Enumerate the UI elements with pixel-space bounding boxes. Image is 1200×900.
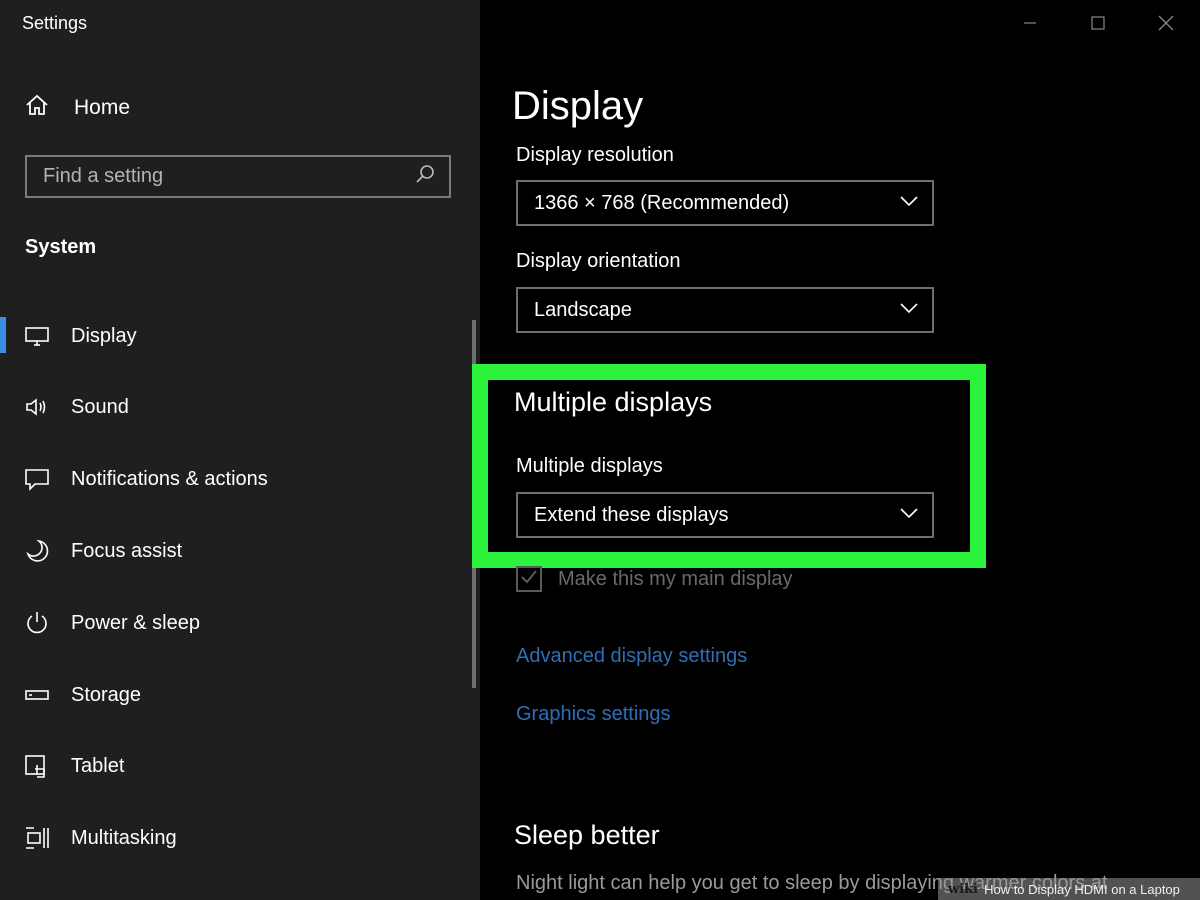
watermark-text: How to Display HDMI on a Laptop bbox=[984, 881, 1180, 897]
monitor-icon bbox=[24, 323, 50, 349]
sidebar-item-display[interactable]: Display bbox=[0, 310, 470, 362]
close-icon[interactable] bbox=[1132, 0, 1200, 46]
window-controls bbox=[996, 0, 1200, 46]
app-title: Settings bbox=[22, 13, 88, 33]
sleep-better-heading: Sleep better bbox=[514, 820, 660, 850]
watermark: wiki How to Display HDMI on a Laptop bbox=[938, 878, 1200, 900]
multiple-displays-heading: Multiple displays bbox=[514, 387, 713, 417]
sidebar-item-label: Tablet bbox=[71, 754, 125, 777]
sidebar-item-label: Power & sleep bbox=[71, 611, 200, 634]
checkmark-icon bbox=[520, 569, 538, 590]
home-button[interactable]: Home bbox=[24, 92, 130, 123]
resolution-label: Display resolution bbox=[516, 144, 674, 166]
sidebar-item-label: Multitasking bbox=[71, 826, 177, 849]
page-title: Display bbox=[512, 84, 644, 128]
sidebar-item-power-sleep[interactable]: Power & sleep bbox=[0, 597, 470, 649]
sidebar-item-sound[interactable]: Sound bbox=[0, 381, 470, 433]
sidebar: Settings Home Find a setting System Disp… bbox=[0, 0, 480, 900]
sidebar-item-label: Storage bbox=[71, 683, 142, 706]
minimize-icon[interactable] bbox=[996, 0, 1064, 46]
watermark-brand: wiki bbox=[948, 881, 979, 897]
speaker-icon bbox=[24, 394, 50, 420]
main-display-checkbox[interactable] bbox=[516, 566, 542, 592]
main-display-checkbox-row[interactable]: Make this my main display bbox=[516, 566, 793, 592]
main-display-label: Make this my main display bbox=[558, 567, 793, 590]
orientation-value: Landscape bbox=[534, 298, 632, 321]
notification-icon bbox=[24, 466, 50, 492]
sidebar-item-label: Focus assist bbox=[71, 539, 183, 562]
sidebar-item-label: Sound bbox=[71, 395, 129, 418]
chevron-down-icon bbox=[900, 301, 918, 319]
search-placeholder: Find a setting bbox=[43, 165, 164, 187]
sidebar-item-label: Notifications & actions bbox=[71, 467, 268, 490]
home-icon bbox=[24, 92, 50, 123]
sidebar-item-multitasking[interactable]: Multitasking bbox=[0, 812, 470, 864]
sidebar-item-label: Display bbox=[71, 324, 137, 347]
moon-icon bbox=[24, 538, 50, 564]
orientation-dropdown[interactable]: Landscape bbox=[516, 287, 934, 333]
resolution-value: 1366 × 768 (Recommended) bbox=[534, 191, 790, 214]
multiple-displays-value: Extend these displays bbox=[534, 503, 729, 526]
multiple-displays-dropdown[interactable]: Extend these displays bbox=[516, 492, 934, 538]
sidebar-item-focus-assist[interactable]: Focus assist bbox=[0, 525, 470, 577]
sidebar-item-storage[interactable]: Storage bbox=[0, 669, 470, 721]
storage-icon bbox=[24, 682, 50, 708]
orientation-label: Display orientation bbox=[516, 250, 681, 272]
maximize-icon[interactable] bbox=[1064, 0, 1132, 46]
multitasking-icon bbox=[24, 825, 50, 851]
chevron-down-icon bbox=[900, 194, 918, 212]
search-input[interactable]: Find a setting bbox=[25, 155, 451, 198]
multiple-displays-label: Multiple displays bbox=[516, 455, 663, 477]
search-icon bbox=[415, 164, 435, 189]
tablet-icon bbox=[24, 753, 50, 779]
sidebar-item-notifications[interactable]: Notifications & actions bbox=[0, 453, 470, 505]
resolution-dropdown[interactable]: 1366 × 768 (Recommended) bbox=[516, 180, 934, 226]
power-icon bbox=[24, 610, 50, 636]
home-label: Home bbox=[74, 95, 131, 119]
sidebar-item-tablet[interactable]: Tablet bbox=[0, 740, 470, 792]
chevron-down-icon bbox=[900, 506, 918, 524]
section-label-system: System bbox=[25, 236, 97, 258]
graphics-settings-link[interactable]: Graphics settings bbox=[516, 703, 671, 726]
advanced-display-settings-link[interactable]: Advanced display settings bbox=[516, 645, 747, 668]
